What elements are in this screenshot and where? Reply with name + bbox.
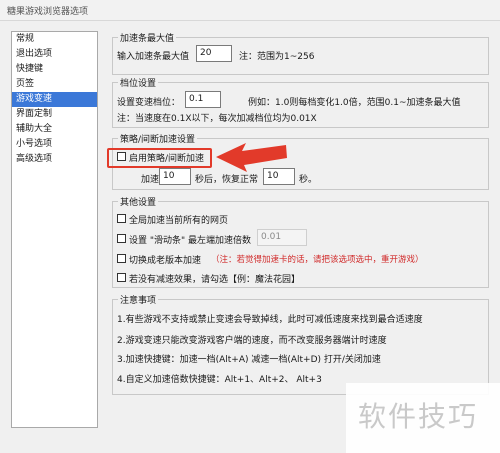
watermark-text: 软件技巧 [358, 400, 479, 433]
watermark: 软件技巧 [346, 383, 500, 453]
